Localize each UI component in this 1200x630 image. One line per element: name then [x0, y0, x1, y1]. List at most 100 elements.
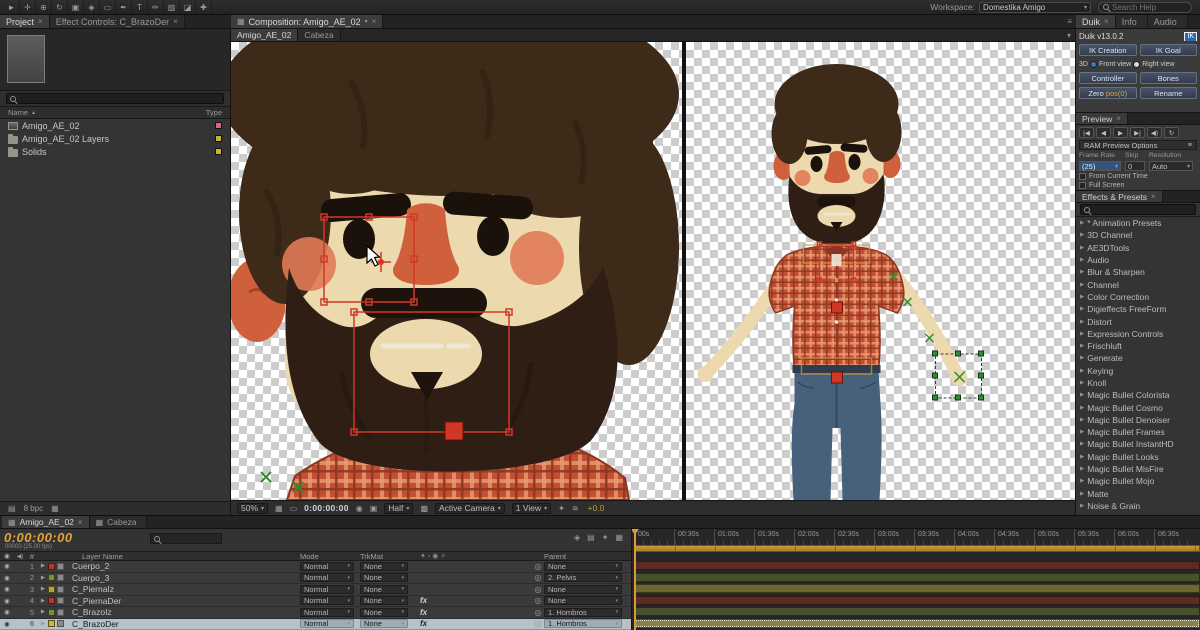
effects-category-item[interactable]: ▶ Matte — [1076, 488, 1200, 500]
project-search-input[interactable] — [19, 94, 220, 103]
chevron-down-icon[interactable]: ▾ — [365, 18, 368, 25]
effects-category-item[interactable]: ▶ Magic Bullet Looks — [1076, 451, 1200, 463]
timeline-search[interactable] — [150, 533, 222, 544]
layer-name[interactable]: Cuerpo_2 — [70, 561, 300, 571]
help-search[interactable] — [1098, 2, 1192, 13]
pan-behind-tool-icon[interactable]: ◈ — [84, 1, 100, 14]
transport-button[interactable]: ▶ — [1113, 127, 1128, 138]
type-tool-icon[interactable]: T — [132, 1, 148, 14]
expand-arrow-icon[interactable]: ▶ — [1080, 245, 1084, 251]
ik-creation-button[interactable]: IK Creation — [1079, 44, 1137, 56]
layer-duration-bar[interactable] — [634, 596, 1200, 605]
ik-name-field[interactable]: IK — [1184, 32, 1197, 41]
parent-select[interactable]: None▾ — [544, 585, 622, 594]
expand-arrow-icon[interactable]: ▶ — [1080, 380, 1084, 386]
layer-duration-bar[interactable] — [634, 619, 1200, 628]
layer-name[interactable]: C_PiernaIz — [70, 584, 300, 594]
grid-guides-icon[interactable]: ▦ — [275, 504, 283, 513]
layer-color-chip[interactable] — [48, 586, 55, 593]
comp-view-tab[interactable]: Cabeza — [298, 29, 340, 41]
puppet-pin-tool-icon[interactable]: ✚ — [196, 1, 212, 14]
view-layout-select[interactable]: 1 View ▾ — [512, 503, 551, 514]
effects-category-item[interactable]: ▶ Noise & Grain — [1076, 500, 1200, 512]
effects-category-item[interactable]: ▶ Generate — [1076, 352, 1200, 364]
effects-category-item[interactable]: ▶ Magic Bullet Colorista — [1076, 389, 1200, 401]
parent-select[interactable]: 2. Pelvis▾ — [544, 573, 622, 582]
effects-category-item[interactable]: ▶ Magic Bullet Cosmo — [1076, 401, 1200, 413]
selection-box-hand[interactable] — [933, 351, 984, 400]
panel-tab[interactable]: Info — [1116, 15, 1148, 28]
timeline-columns-header[interactable]: ◉ ◀) # Layer Name Mode TrkMat ✦ ▫ ◉ ✧ Pa… — [0, 551, 631, 561]
blend-mode-select[interactable]: Normal▾ — [300, 596, 354, 605]
expand-arrow-icon[interactable]: ▶ — [1080, 491, 1084, 497]
timeline-layer-row[interactable]: ◉ 5 ▶ C_BrazoIz Normal▾ None▾ fx ◎ — [0, 607, 631, 619]
parent-pickwhip-icon[interactable]: ◎ — [532, 619, 544, 628]
checkbox[interactable] — [1079, 173, 1086, 180]
expand-arrow-icon[interactable]: ▶ — [1080, 503, 1084, 509]
zero-button[interactable]: Zero pos(0) — [1079, 87, 1137, 99]
blend-mode-select[interactable]: Normal▾ — [300, 619, 354, 628]
expand-arrow-icon[interactable]: ▶ — [1080, 319, 1084, 325]
close-icon[interactable]: × — [1104, 17, 1109, 26]
expand-arrow-icon[interactable]: ▶ — [38, 586, 48, 592]
parent-pickwhip-icon[interactable]: ◎ — [532, 573, 544, 582]
full-screen-option[interactable]: Full Screen — [1079, 182, 1197, 189]
panel-tab[interactable]: Duik × — [1076, 15, 1116, 28]
parent-pickwhip-icon[interactable]: ◎ — [532, 608, 544, 617]
graph-editor-icon[interactable]: ▦ — [615, 533, 623, 542]
panel-menu-icon[interactable]: ≡ — [1063, 15, 1076, 28]
parent-pickwhip-icon[interactable]: ◎ — [532, 596, 544, 605]
expand-arrow-icon[interactable]: ▶ — [1080, 232, 1084, 238]
trkmat-select[interactable]: None▾ — [360, 619, 408, 628]
effects-category-item[interactable]: ▶ Knoll — [1076, 377, 1200, 389]
effects-category-item[interactable]: ▶ Magic Bullet Frames — [1076, 426, 1200, 438]
trkmat-select[interactable]: None▾ — [360, 596, 408, 605]
render-icon[interactable]: ▤ — [8, 504, 16, 513]
expand-arrow-icon[interactable]: ▶ — [1080, 257, 1084, 263]
label-color-swatch[interactable] — [215, 122, 222, 129]
resolution-select[interactable]: Half ▾ — [384, 503, 413, 514]
pen-tool-icon[interactable]: ✒ — [116, 1, 132, 14]
bit-depth-button[interactable]: 8 bpc — [24, 504, 44, 513]
snapshot-icon[interactable]: ◉ — [356, 504, 363, 513]
hand-tool-icon[interactable]: ✛ — [20, 1, 36, 14]
expand-arrow-icon[interactable]: ▶ — [38, 621, 48, 627]
current-time-indicator[interactable] — [634, 529, 636, 630]
visibility-eye-icon[interactable]: ◉ — [0, 608, 14, 616]
flowchart-icon[interactable]: ▦ — [51, 504, 59, 513]
transport-button[interactable]: ↻ — [1164, 127, 1179, 138]
effects-category-item[interactable]: ▶ Channel — [1076, 278, 1200, 290]
visibility-eye-icon[interactable]: ◉ — [0, 574, 14, 582]
effects-category-item[interactable]: ▶ Magic Bullet Mojo — [1076, 475, 1200, 487]
ram-preview-options-header[interactable]: RAM Preview Options ≡ — [1079, 140, 1197, 150]
layer-duration-bar[interactable] — [634, 607, 1200, 616]
layer-name[interactable]: C_BrazoIz — [70, 607, 300, 617]
exposure-value[interactable]: +0.0 — [588, 503, 605, 513]
visibility-eye-icon[interactable]: ◉ — [0, 562, 14, 570]
timeline-layer-row[interactable]: ◉ 1 ▶ Cuerpo_2 Normal▾ None▾ fx ◎ N — [0, 561, 631, 573]
trkmat-select[interactable]: None▾ — [360, 585, 408, 594]
timeline-options-icon[interactable]: ◈ — [574, 533, 580, 542]
blend-mode-select[interactable]: Normal▾ — [300, 573, 354, 582]
panel-tab[interactable]: Audio — [1148, 15, 1188, 28]
mask-shape-tool-icon[interactable]: ▭ — [100, 1, 116, 14]
expand-arrow-icon[interactable]: ▶ — [1080, 294, 1084, 300]
layer-color-chip[interactable] — [48, 620, 55, 627]
effects-category-item[interactable]: ▶ Blur & Sharpen — [1076, 266, 1200, 278]
fast-preview-icon[interactable]: ≋ — [572, 504, 579, 513]
front-view-radio[interactable] — [1090, 61, 1097, 68]
composition-view-fullbody[interactable] — [686, 42, 1075, 500]
panel-tab[interactable]: Project × — [0, 15, 50, 28]
layer-color-chip[interactable] — [48, 574, 55, 581]
timeline-comp-tab[interactable]: ▦ Amigo_AE_02 × — [2, 516, 90, 528]
parent-select[interactable]: None▾ — [544, 596, 622, 605]
expand-arrow-icon[interactable]: ▶ — [1080, 282, 1084, 288]
ik-goal-button[interactable]: IK Goal — [1140, 44, 1198, 56]
visibility-eye-icon[interactable]: ◉ — [0, 597, 14, 605]
layer-duration-bar[interactable] — [634, 573, 1200, 582]
transparency-grid-icon[interactable]: ▩ — [420, 504, 428, 513]
blend-mode-select[interactable]: Normal▾ — [300, 608, 354, 617]
comp-timecode[interactable]: 0:00:00:00 — [304, 503, 349, 513]
effects-category-item[interactable]: ▶ Digieffects FreeForm — [1076, 303, 1200, 315]
trkmat-select[interactable]: None▾ — [360, 573, 408, 582]
